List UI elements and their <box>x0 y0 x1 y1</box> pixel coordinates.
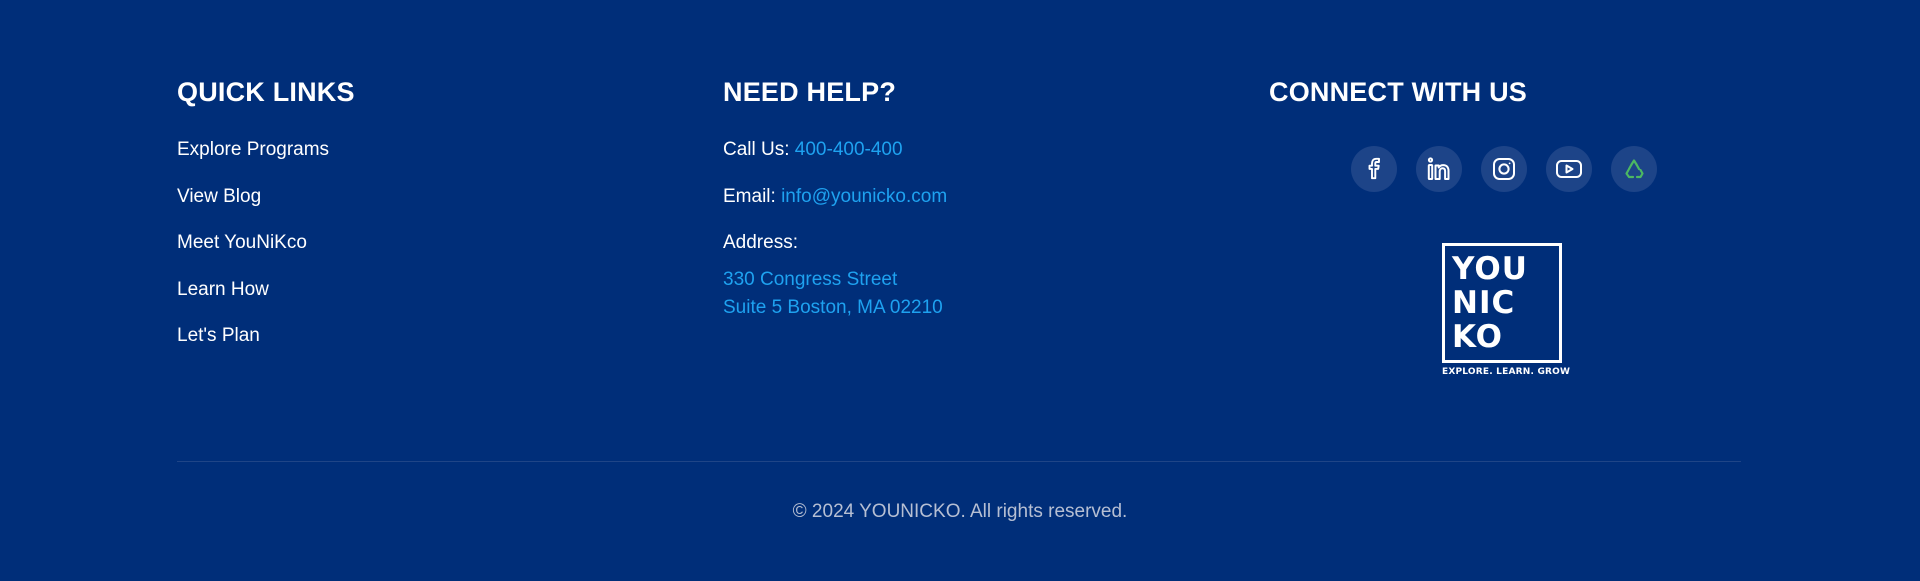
address-link[interactable]: 330 Congress Street Suite 5 Boston, MA 0… <box>723 266 947 322</box>
logo-line-2: NIC <box>1452 285 1516 321</box>
younicko-logo[interactable]: YOU NIC KO EXPLORE. LEARN. GROW <box>1442 243 1570 377</box>
address-line-2: Suite 5 Boston, MA 02210 <box>723 296 943 318</box>
list-item: Learn How <box>177 278 355 302</box>
social-links <box>1351 146 1657 192</box>
email-link[interactable]: info@younicko.com <box>781 186 947 207</box>
youtube-button[interactable] <box>1546 146 1592 192</box>
need-help-heading: NEED HELP? <box>723 77 897 107</box>
quick-links-section: QUICK LINKS Explore Programs View Blog M… <box>177 75 355 371</box>
address-line-1: 330 Congress Street <box>723 268 898 290</box>
linkedin-icon <box>1427 157 1450 180</box>
quick-link-explore-programs[interactable]: Explore Programs <box>177 139 329 160</box>
logo-mark: YOU NIC KO <box>1442 243 1562 363</box>
instagram-icon <box>1493 158 1515 180</box>
list-item: Meet YouNiKco <box>177 231 355 255</box>
logo-line-1: YOU <box>1452 251 1528 287</box>
facebook-icon <box>1368 157 1380 180</box>
quick-link-meet-younikco[interactable]: Meet YouNiKco <box>177 232 307 253</box>
logo-tagline: EXPLORE. LEARN. GROW <box>1442 367 1571 377</box>
email-row: Email: info@younicko.com <box>723 185 947 209</box>
instagram-button[interactable] <box>1481 146 1527 192</box>
call-us-label: Call Us: <box>723 139 790 160</box>
list-item: View Blog <box>177 185 355 209</box>
site-footer: QUICK LINKS Explore Programs View Blog M… <box>0 0 1920 581</box>
quick-links-list: Explore Programs View Blog Meet YouNiKco… <box>177 138 355 348</box>
quick-link-learn-how[interactable]: Learn How <box>177 279 269 300</box>
footer-divider <box>177 461 1741 462</box>
facebook-button[interactable] <box>1351 146 1397 192</box>
phone-row: Call Us: 400-400-400 <box>723 138 947 162</box>
recycle-icon <box>1625 159 1644 179</box>
connect-heading: CONNECT WITH US <box>1269 77 1527 107</box>
email-label: Email: <box>723 185 776 207</box>
logo-line-3: KO <box>1452 319 1503 355</box>
quick-link-view-blog[interactable]: View Blog <box>177 186 261 207</box>
address-label: Address: <box>723 232 798 253</box>
linkedin-button[interactable] <box>1416 146 1462 192</box>
phone-link[interactable]: 400-400-400 <box>795 139 903 160</box>
list-item: Explore Programs <box>177 138 355 162</box>
quick-links-heading: QUICK LINKS <box>177 77 355 107</box>
youtube-icon <box>1556 160 1582 178</box>
copyright-text: © 2024 YOUNICKO. All rights reserved. <box>792 501 1128 522</box>
need-help-section: NEED HELP? Call Us: 400-400-400 Email: i… <box>723 75 947 322</box>
connect-section: CONNECT WITH US YOU NIC KO EXPLORE. LEAR… <box>1269 75 1741 377</box>
recycle-button[interactable] <box>1611 146 1657 192</box>
quick-link-lets-plan[interactable]: Let's Plan <box>177 325 260 346</box>
list-item: Let's Plan <box>177 324 355 348</box>
